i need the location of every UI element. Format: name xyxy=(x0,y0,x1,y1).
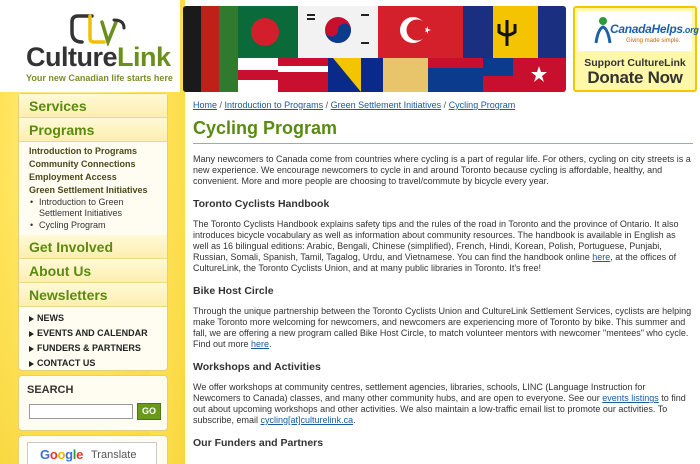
host-circle-heading: Bike Host Circle xyxy=(193,285,274,297)
handbook-paragraph: The Toronto Cyclists Handbook explains s… xyxy=(193,219,679,273)
canadahelps-tagline: Giving made simple. xyxy=(626,38,681,44)
arrow-right-icon xyxy=(29,315,34,322)
nav-events-calendar[interactable]: EVENTS AND CALENDAR xyxy=(29,326,167,341)
handbook-heading: Toronto Cyclists Handbook xyxy=(193,198,330,210)
culturelink-logo-mark xyxy=(70,14,126,46)
nav-cycling-program[interactable]: Cycling Program xyxy=(29,220,167,231)
donate-now-button[interactable]: Donate Now xyxy=(575,68,695,88)
arrow-right-icon xyxy=(29,330,34,337)
nav-programs[interactable]: Programs xyxy=(19,118,167,142)
nav-get-involved[interactable]: Get Involved xyxy=(19,235,167,259)
workshops-heading: Workshops and Activities xyxy=(193,361,321,373)
nav-news[interactable]: NEWS xyxy=(29,311,167,326)
nav-green-settlement[interactable]: Green Settlement Initiatives xyxy=(29,184,167,197)
intro-paragraph: Many newcomers to Canada come from count… xyxy=(193,154,691,186)
search-go-button[interactable]: GO xyxy=(137,403,161,420)
search-panel: SEARCH GO xyxy=(18,375,168,431)
nav-newsletters[interactable]: Newsletters xyxy=(19,283,167,307)
arrow-right-icon xyxy=(29,345,34,352)
flags-illustration xyxy=(183,6,566,92)
canadahelps-figure-icon xyxy=(594,17,612,44)
events-listings-link[interactable]: events listings xyxy=(602,393,659,403)
breadcrumb-home[interactable]: Home xyxy=(193,100,217,110)
workshops-paragraph: We offer workshops at community centres,… xyxy=(193,382,686,425)
google-translate-widget[interactable]: Google Translate xyxy=(27,442,157,464)
page-title: Cycling Program xyxy=(193,118,693,144)
arrow-right-icon xyxy=(29,360,34,367)
nav-intro-programs[interactable]: Introduction to Programs xyxy=(29,145,167,158)
host-circle-paragraph: Through the unique partnership between t… xyxy=(193,306,692,349)
site-logo[interactable]: CultureLink Your new Canadian life start… xyxy=(0,0,180,92)
breadcrumb-green-settlement[interactable]: Green Settlement Initiatives xyxy=(331,100,442,110)
nav-services[interactable]: Services xyxy=(19,94,167,118)
nav-community-connections[interactable]: Community Connections xyxy=(29,158,167,171)
donate-now-box[interactable]: CanadaHelps.org Giving made simple. Supp… xyxy=(573,6,699,92)
canadahelps-name: CanadaHelps.org xyxy=(610,22,699,36)
nav-funders-partners[interactable]: FUNDERS & PARTNERS xyxy=(29,341,167,356)
email-link[interactable]: cycling[at]culturelink.ca xyxy=(261,415,354,425)
nav-about-us[interactable]: About Us xyxy=(19,259,167,283)
breadcrumb: Home / Introduction to Programs / Green … xyxy=(193,100,516,110)
nav-contact-us[interactable]: CONTACT US xyxy=(29,356,167,371)
newsletters-submenu: NEWS EVENTS AND CALENDAR FUNDERS & PARTN… xyxy=(19,307,167,373)
sidebar-nav: Services Programs Introduction to Progra… xyxy=(18,93,168,371)
brand-name: CultureLink xyxy=(26,42,171,72)
funders-heading: Our Funders and Partners xyxy=(193,437,324,449)
search-title: SEARCH xyxy=(27,384,74,396)
handbook-link[interactable]: here xyxy=(592,252,610,262)
main-content: Home / Introduction to Programs / Green … xyxy=(193,100,693,449)
search-input[interactable] xyxy=(29,404,133,419)
translate-label: Translate xyxy=(91,449,137,461)
canadahelps-logo: CanadaHelps.org Giving made simple. xyxy=(578,11,699,51)
breadcrumb-cycling[interactable]: Cycling Program xyxy=(449,100,516,110)
nav-intro-green-settlement[interactable]: Introduction to Green Settlement Initiat… xyxy=(29,197,167,219)
flags-banner-image xyxy=(183,6,566,92)
programs-submenu: Introduction to Programs Community Conne… xyxy=(19,142,167,235)
nav-employment-access[interactable]: Employment Access xyxy=(29,171,167,184)
host-circle-link[interactable]: here xyxy=(251,339,269,349)
google-translate-panel: Google Translate xyxy=(18,435,168,464)
brand-tagline: Your new Canadian life starts here xyxy=(26,73,173,83)
google-logo: Google xyxy=(40,447,84,462)
breadcrumb-intro-programs[interactable]: Introduction to Programs xyxy=(225,100,324,110)
